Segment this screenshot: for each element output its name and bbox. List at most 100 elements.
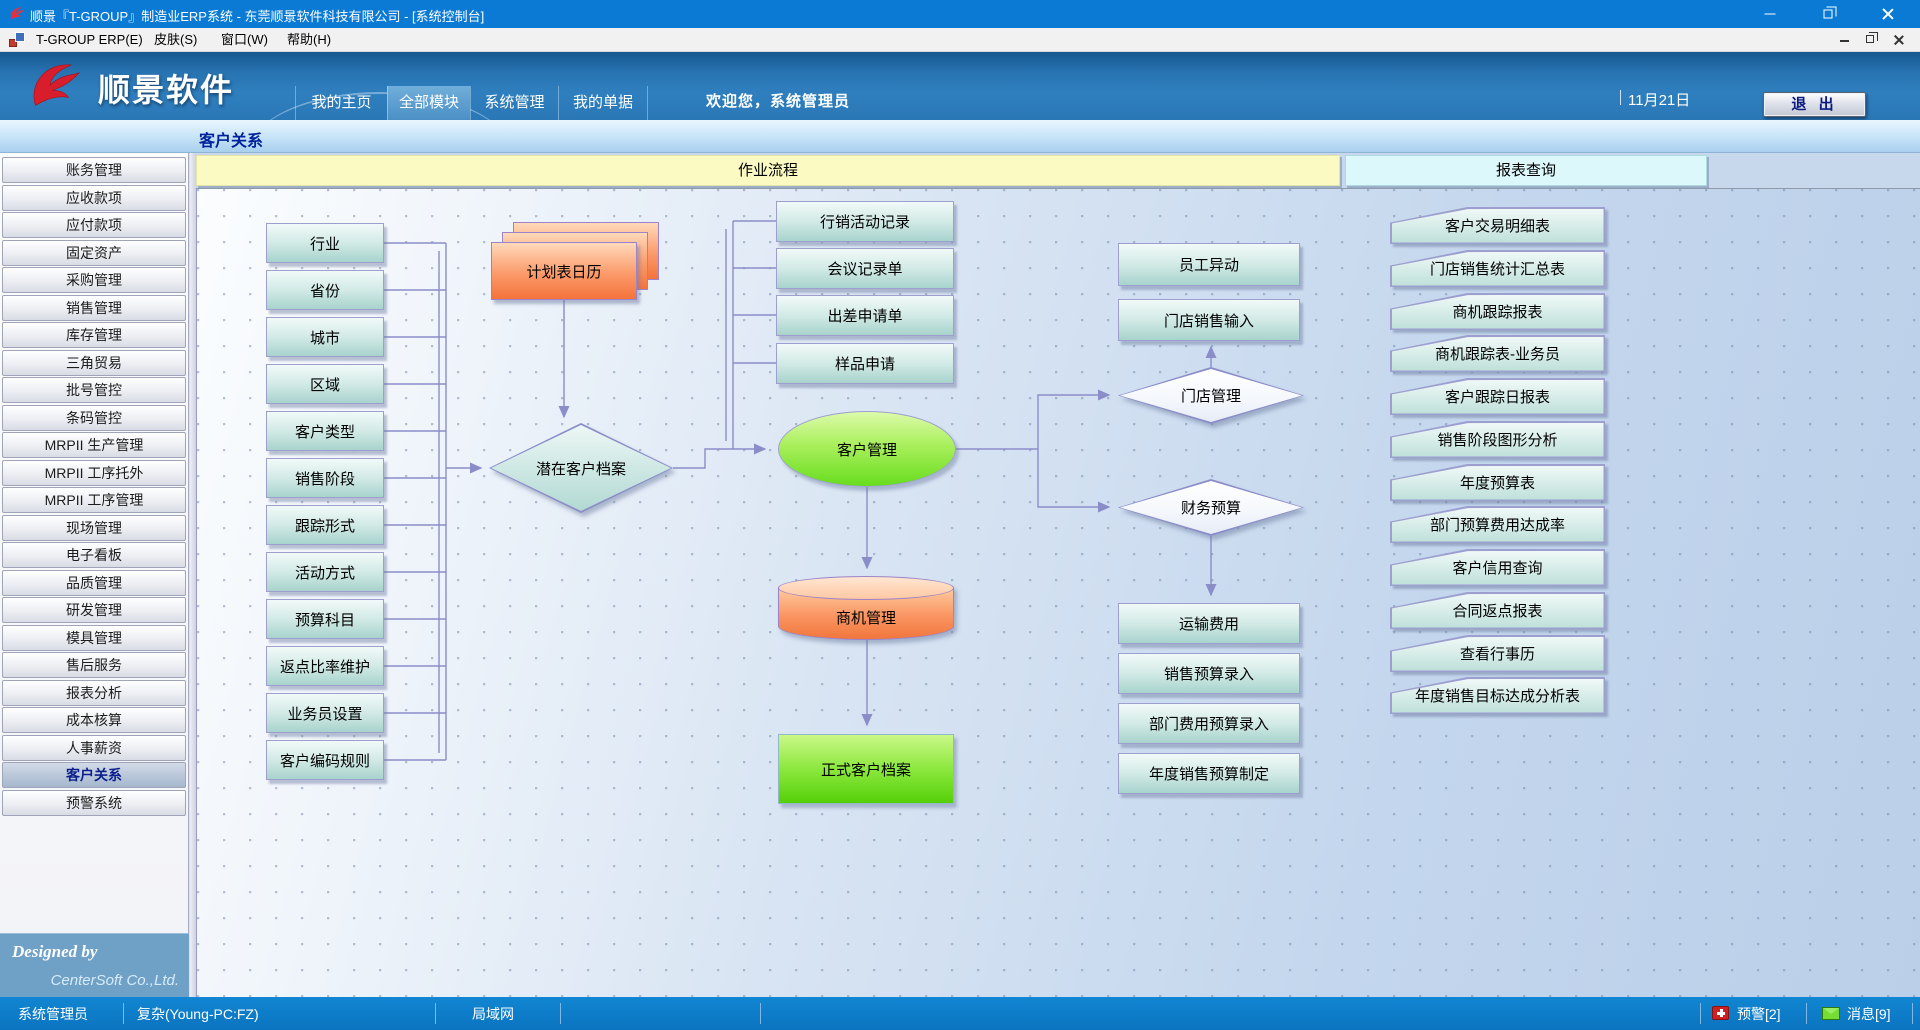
sidebar-item-quality[interactable]: 品质管理 bbox=[2, 570, 186, 596]
sidebar-item-alert-system[interactable]: 预警系统 bbox=[2, 790, 186, 816]
sidebar-item-sales[interactable]: 销售管理 bbox=[2, 295, 186, 321]
report-query-header: 报表查询 bbox=[1345, 155, 1707, 186]
sidebar-item-report-analysis[interactable]: 报表分析 bbox=[2, 680, 186, 706]
alert-medkit-icon bbox=[1712, 1006, 1729, 1020]
brand-logo-text: 顺景软件 bbox=[98, 65, 234, 111]
flow-box-plan-calendar[interactable]: 计划表日历 bbox=[491, 242, 637, 300]
status-alert[interactable]: 预警[2] bbox=[1737, 1004, 1781, 1024]
sidebar-item-costing[interactable]: 成本核算 bbox=[2, 707, 186, 733]
sidebar-item-mrp2-outsourcing[interactable]: MRPII 工序托外 bbox=[2, 460, 186, 486]
report-annual-budget[interactable]: 年度预算表 bbox=[1390, 464, 1605, 501]
report-customer-tracking-daily[interactable]: 客户跟踪日报表 bbox=[1390, 378, 1605, 415]
sidebar-item-batch-control[interactable]: 批号管控 bbox=[2, 377, 186, 403]
sidebar-item-aftersales[interactable]: 售后服务 bbox=[2, 652, 186, 678]
minimize-icon bbox=[1765, 14, 1776, 15]
date-separator bbox=[1620, 90, 1621, 105]
flow-box-business-trip[interactable]: 出差申请单 bbox=[776, 295, 954, 336]
tab-system-management[interactable]: 系统管理 bbox=[470, 86, 558, 120]
flow-box-customer-type[interactable]: 客户类型 bbox=[266, 411, 384, 451]
exit-button[interactable]: 退 出 bbox=[1763, 92, 1866, 117]
sidebar-item-customer-relations[interactable]: 客户关系 bbox=[2, 762, 186, 788]
flow-box-region[interactable]: 区域 bbox=[266, 364, 384, 404]
close-icon bbox=[1882, 8, 1894, 20]
tab-all-modules[interactable]: 全部模块 bbox=[387, 86, 470, 120]
flow-box-meeting-record[interactable]: 会议记录单 bbox=[776, 248, 954, 289]
sidebar-item-hr-payroll[interactable]: 人事薪资 bbox=[2, 735, 186, 761]
flow-box-activity-mode[interactable]: 活动方式 bbox=[266, 552, 384, 592]
flow-cylinder-opportunity-management[interactable]: 商机管理 bbox=[778, 576, 956, 640]
restore-icon bbox=[1824, 10, 1833, 19]
menu-tgroup-erp[interactable]: T-GROUP ERP(E) bbox=[30, 28, 149, 52]
flow-box-salesman-setup[interactable]: 业务员设置 bbox=[266, 693, 384, 733]
sidebar-item-rnd[interactable]: 研发管理 bbox=[2, 597, 186, 623]
flow-box-province[interactable]: 省份 bbox=[266, 270, 384, 310]
flow-diamond-financial-budget[interactable]: 财务预算 bbox=[1118, 479, 1304, 536]
flow-box-dept-expense-budget-entry[interactable]: 部门费用预算录入 bbox=[1118, 703, 1300, 744]
flow-connectors bbox=[197, 189, 1920, 997]
report-contract-rebate[interactable]: 合同返点报表 bbox=[1390, 592, 1605, 629]
mdi-minimize-button[interactable] bbox=[1840, 32, 1860, 48]
status-user: 系统管理员 bbox=[18, 1004, 88, 1024]
report-sales-stage-graph[interactable]: 销售阶段图形分析 bbox=[1390, 421, 1605, 458]
tab-my-documents[interactable]: 我的单据 bbox=[558, 86, 648, 120]
menu-help[interactable]: 帮助(H) bbox=[281, 28, 337, 52]
sidebar-item-barcode-control[interactable]: 条码管控 bbox=[2, 405, 186, 431]
module-sidebar: 账务管理 应收款项 应付款项 固定资产 采购管理 销售管理 库存管理 三角贸易 … bbox=[0, 153, 189, 997]
flow-box-tracking-form[interactable]: 跟踪形式 bbox=[266, 505, 384, 545]
flow-box-formal-customer-file[interactable]: 正式客户档案 bbox=[778, 734, 954, 804]
flow-box-store-sales-entry[interactable]: 门店销售输入 bbox=[1118, 299, 1300, 341]
report-store-sales-summary[interactable]: 门店销售统计汇总表 bbox=[1390, 250, 1605, 287]
status-message[interactable]: 消息[9] bbox=[1847, 1004, 1891, 1024]
sidebar-item-eboard[interactable]: 电子看板 bbox=[2, 542, 186, 568]
flow-box-rebate-ratio[interactable]: 返点比率维护 bbox=[266, 646, 384, 686]
date-display: 11月21日 bbox=[1628, 89, 1690, 110]
mdi-close-button[interactable] bbox=[1894, 32, 1914, 48]
report-view-calendar[interactable]: 查看行事历 bbox=[1390, 635, 1605, 672]
report-customer-transaction-detail[interactable]: 客户交易明细表 bbox=[1390, 207, 1605, 244]
sidebar-item-accounting[interactable]: 账务管理 bbox=[2, 157, 186, 183]
main-content: 作业流程 报表查询 bbox=[196, 153, 1920, 997]
flow-diamond-store-management[interactable]: 门店管理 bbox=[1118, 367, 1304, 424]
sidebar-item-triangle-trade[interactable]: 三角贸易 bbox=[2, 350, 186, 376]
flow-box-customer-code-rule[interactable]: 客户编码规则 bbox=[266, 740, 384, 780]
sidebar-item-mrp2-production[interactable]: MRPII 生产管理 bbox=[2, 432, 186, 458]
flow-box-sales-stage[interactable]: 销售阶段 bbox=[266, 458, 384, 498]
report-dept-budget-achievement[interactable]: 部门预算费用达成率 bbox=[1390, 506, 1605, 543]
flow-box-sample-request[interactable]: 样品申请 bbox=[776, 343, 954, 384]
flow-box-marketing-activity[interactable]: 行销活动记录 bbox=[776, 201, 954, 242]
status-network: 局域网 bbox=[472, 1004, 514, 1024]
title-bar: 顺景『T-GROUP』制造业ERP系统 - 东莞顺景软件科技有限公司 - [系统… bbox=[0, 0, 1920, 28]
flow-ellipse-customer-management[interactable]: 客户管理 bbox=[778, 411, 956, 487]
menu-window[interactable]: 窗口(W) bbox=[215, 28, 274, 52]
window-minimize-button[interactable] bbox=[1747, 0, 1793, 28]
company-credit-text: CenterSoft Co.,Ltd. bbox=[51, 972, 179, 989]
flow-box-annual-sales-budget[interactable]: 年度销售预算制定 bbox=[1118, 753, 1300, 794]
report-opportunity-tracking[interactable]: 商机跟踪报表 bbox=[1390, 293, 1605, 330]
report-opportunity-tracking-salesman[interactable]: 商机跟踪表-业务员 bbox=[1390, 335, 1605, 372]
sidebar-item-inventory[interactable]: 库存管理 bbox=[2, 322, 186, 348]
flow-box-sales-budget-entry[interactable]: 销售预算录入 bbox=[1118, 653, 1300, 694]
mdi-child-icon bbox=[9, 32, 25, 48]
close-icon bbox=[1894, 35, 1904, 45]
sidebar-item-purchasing[interactable]: 采购管理 bbox=[2, 267, 186, 293]
sidebar-item-mold[interactable]: 模具管理 bbox=[2, 625, 186, 651]
mdi-restore-button[interactable] bbox=[1866, 32, 1886, 48]
report-annual-sales-target-analysis[interactable]: 年度销售目标达成分析表 bbox=[1390, 677, 1605, 714]
flow-box-city[interactable]: 城市 bbox=[266, 317, 384, 357]
sidebar-item-fixed-assets[interactable]: 固定资产 bbox=[2, 240, 186, 266]
flow-box-industry[interactable]: 行业 bbox=[266, 223, 384, 263]
window-close-button[interactable] bbox=[1865, 0, 1911, 28]
flow-box-transport-cost[interactable]: 运输费用 bbox=[1118, 603, 1300, 644]
report-customer-credit-query[interactable]: 客户信用查询 bbox=[1390, 549, 1605, 586]
menu-skin[interactable]: 皮肤(S) bbox=[148, 28, 203, 52]
sidebar-item-payables[interactable]: 应付款项 bbox=[2, 212, 186, 238]
flow-box-employee-change[interactable]: 员工异动 bbox=[1118, 243, 1300, 286]
flow-diamond-prospect-file[interactable]: 潜在客户档案 bbox=[489, 423, 673, 513]
sidebar-item-shopfloor[interactable]: 现场管理 bbox=[2, 515, 186, 541]
tab-my-home[interactable]: 我的主页 bbox=[295, 86, 387, 120]
sidebar-item-receivables[interactable]: 应收款项 bbox=[2, 185, 186, 211]
minimize-icon bbox=[1840, 32, 1849, 42]
sidebar-item-mrp2-process[interactable]: MRPII 工序管理 bbox=[2, 487, 186, 513]
window-restore-button[interactable] bbox=[1805, 0, 1851, 28]
flow-box-budget-subject[interactable]: 预算科目 bbox=[266, 599, 384, 639]
